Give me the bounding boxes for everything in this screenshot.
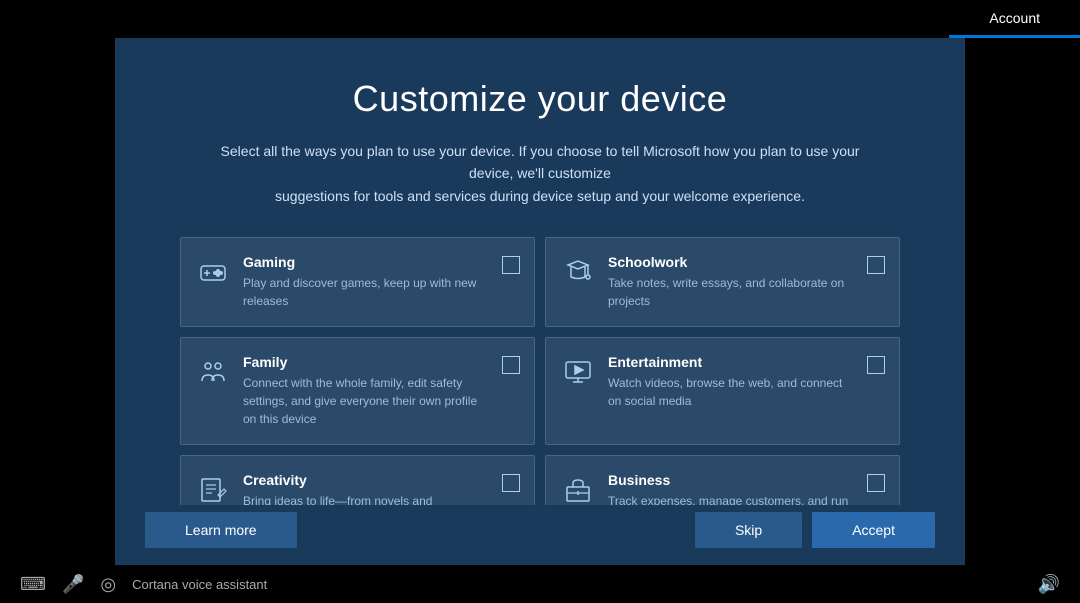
keyboard-icon[interactable]: ⌨ bbox=[20, 574, 46, 595]
entertainment-desc: Watch videos, browse the web, and connec… bbox=[608, 374, 855, 410]
main-panel: Customize your device Select all the way… bbox=[115, 38, 965, 565]
schoolwork-checkbox[interactable] bbox=[867, 256, 885, 274]
business-title: Business bbox=[608, 472, 855, 488]
page-title: Customize your device bbox=[353, 78, 728, 120]
cortana-label: Cortana voice assistant bbox=[132, 577, 267, 592]
schoolwork-icon bbox=[560, 254, 596, 290]
volume-icon[interactable]: 🔊 bbox=[1038, 574, 1060, 595]
family-content: Family Connect with the whole family, ed… bbox=[243, 354, 490, 428]
schoolwork-content: Schoolwork Take notes, write essays, and… bbox=[608, 254, 855, 310]
entertainment-checkbox[interactable] bbox=[867, 356, 885, 374]
cortana-icon[interactable]: ◎ bbox=[100, 574, 116, 595]
account-tab[interactable]: Account bbox=[949, 0, 1080, 38]
btn-group: Skip Accept bbox=[695, 512, 935, 548]
schoolwork-desc: Take notes, write essays, and collaborat… bbox=[608, 274, 855, 310]
accept-button[interactable]: Accept bbox=[812, 512, 935, 548]
top-bar: Account bbox=[0, 0, 1080, 38]
entertainment-icon bbox=[560, 354, 596, 390]
gaming-title: Gaming bbox=[243, 254, 490, 270]
creativity-icon bbox=[195, 472, 231, 508]
family-title: Family bbox=[243, 354, 490, 370]
card-gaming[interactable]: Gaming Play and discover games, keep up … bbox=[180, 237, 535, 327]
family-checkbox[interactable] bbox=[502, 356, 520, 374]
business-checkbox[interactable] bbox=[867, 474, 885, 492]
family-desc: Connect with the whole family, edit safe… bbox=[243, 374, 490, 428]
schoolwork-title: Schoolwork bbox=[608, 254, 855, 270]
entertainment-content: Entertainment Watch videos, browse the w… bbox=[608, 354, 855, 410]
entertainment-title: Entertainment bbox=[608, 354, 855, 370]
gaming-content: Gaming Play and discover games, keep up … bbox=[243, 254, 490, 310]
card-entertainment[interactable]: Entertainment Watch videos, browse the w… bbox=[545, 337, 900, 445]
cards-grid: Gaming Play and discover games, keep up … bbox=[180, 237, 900, 545]
creativity-title: Creativity bbox=[243, 472, 490, 488]
business-icon bbox=[560, 472, 596, 508]
learn-more-button[interactable]: Learn more bbox=[145, 512, 297, 548]
page-subtitle: Select all the ways you plan to use your… bbox=[200, 140, 880, 207]
creativity-checkbox[interactable] bbox=[502, 474, 520, 492]
gaming-icon bbox=[195, 254, 231, 290]
card-schoolwork[interactable]: Schoolwork Take notes, write essays, and… bbox=[545, 237, 900, 327]
taskbar: ⌨ 🎤 ◎ Cortana voice assistant 🔊 bbox=[0, 565, 1080, 603]
family-icon bbox=[195, 354, 231, 390]
gaming-checkbox[interactable] bbox=[502, 256, 520, 274]
skip-button[interactable]: Skip bbox=[695, 512, 802, 548]
card-family[interactable]: Family Connect with the whole family, ed… bbox=[180, 337, 535, 445]
microphone-icon[interactable]: 🎤 bbox=[62, 574, 84, 595]
gaming-desc: Play and discover games, keep up with ne… bbox=[243, 274, 490, 310]
bottom-area: Learn more Skip Accept bbox=[115, 505, 965, 565]
